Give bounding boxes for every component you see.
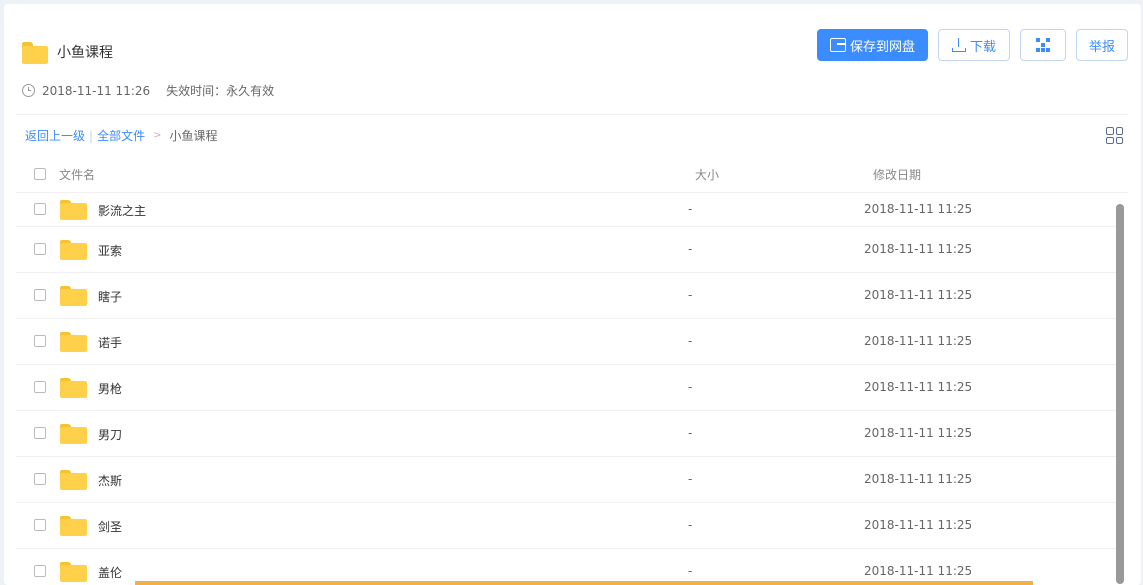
file-name[interactable]: 剑圣 bbox=[98, 518, 122, 535]
file-name[interactable]: 影流之主 bbox=[98, 202, 146, 219]
table-row[interactable]: 诺手 - 2018-11-11 11:25 bbox=[16, 319, 1116, 365]
file-size: - bbox=[688, 425, 693, 440]
row-checkbox[interactable] bbox=[34, 380, 46, 393]
report-button-label: 举报 bbox=[1088, 39, 1115, 55]
file-date: 2018-11-11 11:25 bbox=[864, 287, 973, 302]
row-checkbox[interactable] bbox=[34, 518, 46, 531]
expire-time: 失效时间：永久有效 bbox=[166, 84, 275, 98]
file-size: - bbox=[688, 517, 693, 532]
table-row[interactable]: 男枪 - 2018-11-11 11:25 bbox=[16, 365, 1116, 411]
file-name[interactable]: 杰斯 bbox=[98, 472, 122, 489]
file-date: 2018-11-11 11:25 bbox=[864, 425, 973, 440]
breadcrumb-all-files-link[interactable]: 全部文件 bbox=[97, 127, 145, 144]
grid-view-icon[interactable] bbox=[1106, 127, 1123, 144]
save-to-disk-button[interactable]: 保存到网盘 bbox=[817, 29, 928, 61]
column-header-date[interactable]: 修改日期 bbox=[873, 166, 921, 183]
folder-icon bbox=[60, 331, 87, 353]
table-row[interactable]: 瞎子 - 2018-11-11 11:25 bbox=[16, 273, 1116, 319]
row-checkbox[interactable] bbox=[34, 288, 46, 301]
table-row[interactable]: 影流之主 - 2018-11-11 11:25 bbox=[16, 193, 1116, 227]
file-size: - bbox=[688, 287, 693, 302]
row-checkbox[interactable] bbox=[34, 242, 46, 255]
table-row[interactable]: 盖伦 - 2018-11-11 11:25 bbox=[16, 549, 1116, 585]
qr-code-icon bbox=[1036, 38, 1050, 52]
file-name[interactable]: 男枪 bbox=[98, 380, 122, 397]
file-date: 2018-11-11 11:25 bbox=[864, 241, 973, 256]
table-row[interactable]: 亚索 - 2018-11-11 11:25 bbox=[16, 227, 1116, 273]
column-header-size[interactable]: 大小 bbox=[695, 166, 719, 183]
file-name[interactable]: 盖伦 bbox=[98, 564, 122, 581]
table-row[interactable]: 剑圣 - 2018-11-11 11:25 bbox=[16, 503, 1116, 549]
page-title: 小鱼课程 bbox=[57, 45, 113, 61]
file-name[interactable]: 瞎子 bbox=[98, 288, 122, 305]
select-all-checkbox[interactable] bbox=[34, 168, 46, 180]
created-time: 2018-11-11 11:26 bbox=[42, 83, 151, 98]
file-size: - bbox=[688, 471, 693, 486]
row-checkbox[interactable] bbox=[34, 426, 46, 439]
save-button-label: 保存到网盘 bbox=[849, 39, 915, 55]
folder-icon bbox=[60, 377, 87, 399]
file-size: - bbox=[688, 563, 693, 578]
save-to-disk-icon bbox=[829, 38, 846, 52]
file-date: 2018-11-11 11:25 bbox=[864, 517, 973, 532]
share-page: 小鱼课程 2018-11-11 11:26 失效时间：永久有效 保存到网盘 下载… bbox=[4, 4, 1141, 585]
folder-icon bbox=[60, 515, 87, 537]
folder-icon bbox=[22, 42, 48, 64]
file-size: - bbox=[688, 333, 693, 348]
file-date: 2018-11-11 11:25 bbox=[864, 471, 973, 486]
file-list: 影流之主 - 2018-11-11 11:25 亚索 - 2018-11-11 … bbox=[16, 193, 1116, 585]
bottom-banner-strip bbox=[135, 581, 1033, 585]
table-header: 文件名 大小 修改日期 bbox=[16, 156, 1128, 193]
folder-icon bbox=[60, 199, 87, 221]
file-name[interactable]: 诺手 bbox=[98, 334, 122, 351]
row-checkbox[interactable] bbox=[34, 564, 46, 577]
folder-icon bbox=[60, 423, 87, 445]
file-date: 2018-11-11 11:25 bbox=[864, 563, 973, 578]
file-size: - bbox=[688, 379, 693, 394]
qr-code-button[interactable] bbox=[1020, 29, 1066, 61]
vertical-scrollbar[interactable] bbox=[1116, 204, 1124, 584]
download-icon bbox=[951, 38, 966, 52]
breadcrumb-back-link[interactable]: 返回上一级 bbox=[25, 127, 85, 144]
file-size: - bbox=[688, 241, 693, 256]
folder-icon bbox=[60, 239, 87, 261]
breadcrumb-separator: | bbox=[89, 128, 94, 143]
table-row[interactable]: 杰斯 - 2018-11-11 11:25 bbox=[16, 457, 1116, 503]
row-checkbox[interactable] bbox=[34, 472, 46, 485]
file-date: 2018-11-11 11:25 bbox=[864, 201, 973, 216]
folder-icon bbox=[60, 285, 87, 307]
file-date: 2018-11-11 11:25 bbox=[864, 379, 973, 394]
file-size: - bbox=[688, 201, 693, 216]
file-name[interactable]: 亚索 bbox=[98, 242, 122, 259]
file-date: 2018-11-11 11:25 bbox=[864, 333, 973, 348]
file-name[interactable]: 男刀 bbox=[98, 426, 122, 443]
clock-icon bbox=[22, 84, 35, 97]
header-divider bbox=[16, 114, 1128, 115]
breadcrumb-current: 小鱼课程 bbox=[169, 129, 218, 143]
column-header-name[interactable]: 文件名 bbox=[59, 166, 95, 183]
row-checkbox[interactable] bbox=[34, 334, 46, 347]
folder-icon bbox=[60, 561, 87, 583]
download-button[interactable]: 下载 bbox=[938, 29, 1010, 61]
report-button[interactable]: 举报 bbox=[1076, 29, 1128, 61]
row-checkbox[interactable] bbox=[34, 202, 46, 215]
breadcrumb: 返回上一级 | 全部文件 > 小鱼课程 bbox=[25, 127, 217, 144]
download-button-label: 下载 bbox=[969, 39, 996, 55]
breadcrumb-arrow: > bbox=[153, 130, 162, 141]
table-row[interactable]: 男刀 - 2018-11-11 11:25 bbox=[16, 411, 1116, 457]
share-meta: 2018-11-11 11:26 失效时间：永久有效 bbox=[22, 82, 274, 99]
folder-icon bbox=[60, 469, 87, 491]
